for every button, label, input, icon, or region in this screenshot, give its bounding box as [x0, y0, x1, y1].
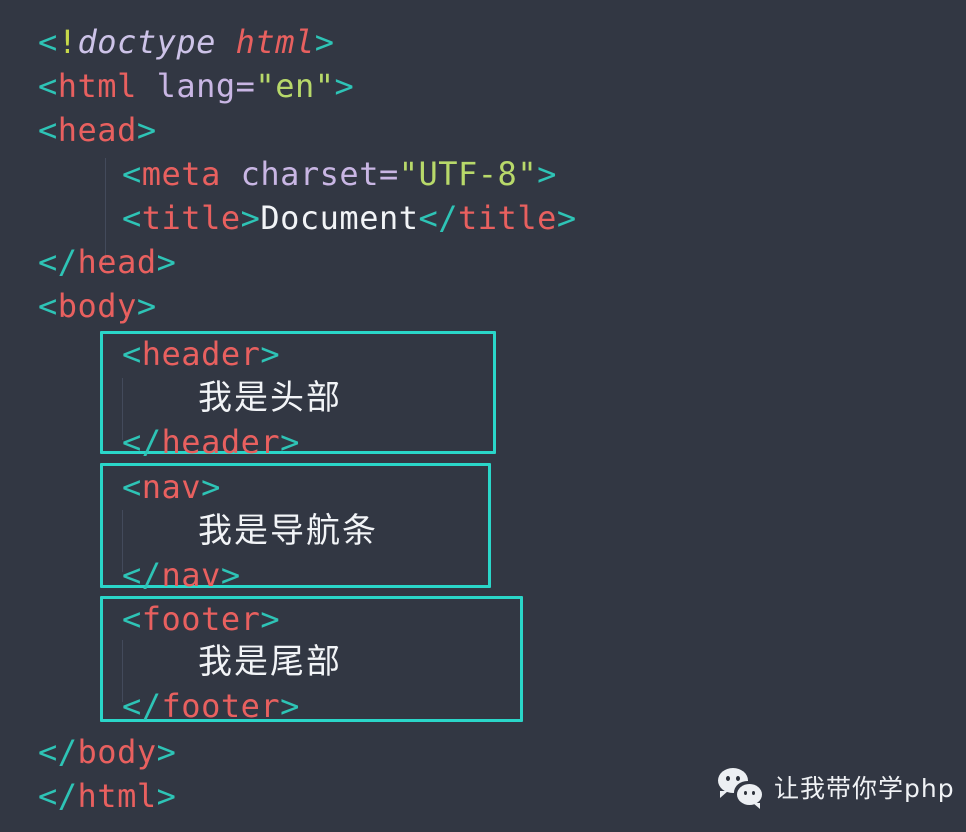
angle-bracket-open: <: [122, 468, 142, 506]
angle-bracket-open: <: [38, 67, 58, 105]
code-line-6: </head>: [38, 240, 176, 284]
attribute-charset: charset=: [240, 155, 399, 193]
doctype-bang: !: [57, 23, 78, 61]
tag-name-body-close: body: [77, 733, 157, 771]
angle-bracket-close: >: [240, 199, 261, 237]
angle-bracket-close-open: </: [122, 687, 162, 725]
angle-bracket-close-open: </: [122, 556, 162, 594]
angle-bracket-open: <: [122, 199, 142, 237]
title-text: Document: [260, 199, 419, 237]
angle-bracket-close: >: [136, 111, 157, 149]
angle-bracket-open: <: [122, 600, 142, 638]
angle-bracket-close: >: [156, 777, 177, 815]
code-line-11: <nav>: [122, 465, 221, 509]
angle-bracket-close-open: </: [38, 243, 78, 281]
angle-bracket-close: >: [156, 243, 177, 281]
header-content-text: 我是头部: [198, 378, 342, 418]
angle-bracket-close: >: [314, 23, 335, 61]
tag-name-head: head: [57, 111, 137, 149]
watermark-label: 让我带你学php: [774, 774, 955, 803]
wechat-eye: [744, 791, 747, 795]
tag-name-nav-open: nav: [141, 468, 202, 506]
angle-bracket-open: <: [38, 23, 58, 61]
angle-bracket-close: >: [136, 287, 157, 325]
code-line-13: </nav>: [122, 553, 241, 597]
code-line-12: 我是导航条: [198, 509, 378, 553]
angle-bracket-close-open: </: [38, 777, 78, 815]
angle-bracket-open: <: [38, 111, 58, 149]
angle-bracket-open: <: [38, 287, 58, 325]
tag-name-header-open: header: [141, 335, 261, 373]
tag-name-nav-close: nav: [161, 556, 221, 594]
tag-name-html: html: [57, 67, 137, 105]
tag-name-head-close: head: [77, 243, 157, 281]
code-block: <!doctype html> <html lang="en"> <head> …: [0, 0, 966, 832]
doctype-keyword: doctype: [77, 23, 216, 61]
tag-name-footer-close: footer: [161, 687, 281, 725]
wechat-logo-icon: [718, 768, 762, 809]
watermark: 让我带你学php: [718, 768, 955, 809]
attribute-value-lang: "en": [255, 67, 335, 105]
attribute-value-charset: "UTF-8": [398, 155, 538, 193]
code-line-14: <footer>: [122, 597, 280, 641]
code-screenshot: <!doctype html> <html lang="en"> <head> …: [0, 0, 966, 832]
doctype-html: html: [235, 23, 315, 61]
angle-bracket-close: >: [280, 423, 300, 461]
wechat-eye: [736, 776, 740, 781]
tag-name-body: body: [57, 287, 137, 325]
tag-name-meta: meta: [141, 155, 221, 193]
code-line-2: <html lang="en">: [38, 64, 354, 108]
code-line-4: <meta charset="UTF-8">: [122, 152, 557, 196]
code-line-18: </html>: [38, 774, 176, 818]
angle-bracket-close: >: [280, 687, 300, 725]
wechat-eye: [752, 791, 755, 795]
code-line-8: <header>: [122, 332, 280, 376]
code-line-15: 我是尾部: [198, 640, 342, 684]
code-line-7: <body>: [38, 284, 157, 328]
code-line-1: <!doctype html>: [38, 20, 334, 64]
code-line-17: </body>: [38, 730, 176, 774]
wechat-eye: [726, 776, 730, 781]
tag-name-html-close: html: [77, 777, 157, 815]
nav-content-text: 我是导航条: [198, 511, 378, 551]
code-line-3: <head>: [38, 108, 157, 152]
angle-bracket-close: >: [156, 733, 177, 771]
angle-bracket-open: <: [122, 155, 142, 193]
angle-bracket-close: >: [220, 556, 241, 594]
angle-bracket-close-open: </: [122, 423, 162, 461]
angle-bracket-close: >: [334, 67, 355, 105]
tag-name-footer-open: footer: [141, 600, 261, 638]
tag-name-title-open: title: [141, 199, 241, 237]
tag-name-header-close: header: [161, 423, 281, 461]
tag-name-title-close: title: [458, 199, 557, 237]
angle-bracket-close-open: </: [418, 199, 459, 237]
angle-bracket-close-open: </: [38, 733, 78, 771]
angle-bracket-close: >: [201, 468, 221, 506]
angle-bracket-close: >: [556, 199, 577, 237]
angle-bracket-close: >: [537, 155, 557, 193]
attribute-lang: lang=: [156, 67, 256, 105]
code-line-10: </header>: [122, 420, 300, 464]
angle-bracket-close: >: [260, 335, 281, 373]
angle-bracket-close: >: [260, 600, 281, 638]
wechat-bubble-small: [737, 784, 762, 809]
angle-bracket-open: <: [122, 335, 142, 373]
footer-content-text: 我是尾部: [198, 642, 342, 682]
code-line-5: <title>Document</title>: [122, 196, 577, 240]
code-line-16: </footer>: [122, 684, 300, 728]
code-line-9: 我是头部: [198, 376, 342, 420]
